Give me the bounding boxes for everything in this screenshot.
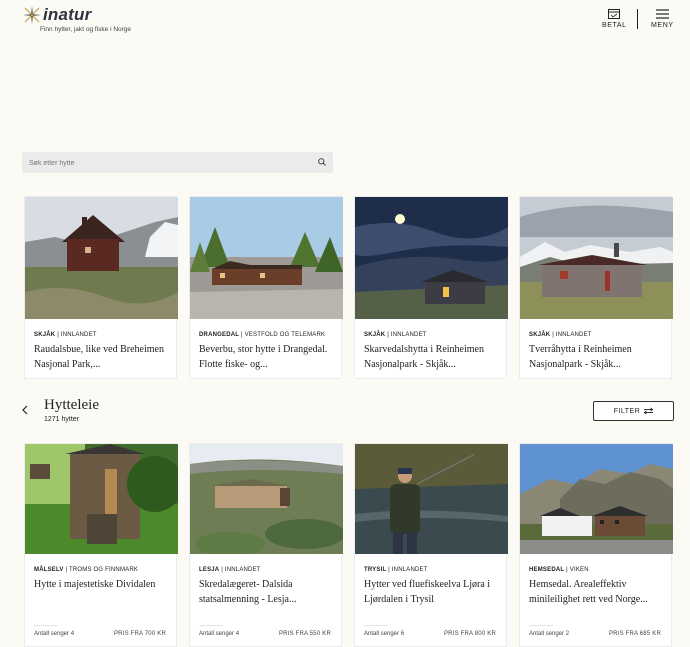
cabin-photo <box>520 197 673 319</box>
cabin-photo <box>25 444 178 554</box>
card-location: SKJÅK | INNLANDET <box>529 332 592 338</box>
filter-button[interactable]: FILTER <box>593 401 674 421</box>
header-divider <box>637 9 638 29</box>
card-title: Raudalsbue, like ved Breheimen Nasjonal … <box>34 344 164 370</box>
listing-card[interactable]: TRYSIL | INNLANDET Hytter ved fluefiskee… <box>354 443 508 647</box>
pay-button[interactable]: BETAL <box>602 9 627 29</box>
card-title: Tverråhytta i Reinheimen Nasjonalpark - … <box>529 344 632 370</box>
card-title: Hytter ved fluefiskeelva Ljøra i Ljørdal… <box>364 579 491 605</box>
hamburger-icon <box>655 9 669 19</box>
card-icon <box>608 9 621 19</box>
section-title: Hytteleie <box>44 397 99 413</box>
card-price: PRIS FRA 550 KR <box>278 631 331 637</box>
menu-label: MENY <box>651 22 674 29</box>
logo[interactable]: inatur <box>22 5 91 25</box>
filter-sliders-icon <box>644 407 654 415</box>
card-location: DRANGEDAL | VESTFOLD OG TELEMARK <box>199 332 326 338</box>
cabin-photo <box>190 197 343 319</box>
listing-card[interactable]: LESJA | INNLANDET Skredalægeret- Dalsida… <box>189 443 343 647</box>
cabin-photo <box>355 444 508 554</box>
tagline: Finn hytter, jakt og fiske i Norge <box>40 26 132 33</box>
card-divider <box>529 625 553 626</box>
search-input[interactable] <box>22 153 309 174</box>
card-divider <box>34 625 58 626</box>
pay-label: BETAL <box>602 22 627 29</box>
menu-button[interactable]: MENY <box>651 9 674 29</box>
card-price: PRIS FRA 800 KR <box>443 631 496 637</box>
logo-star-icon <box>23 6 41 24</box>
card-divider <box>364 625 388 626</box>
listing-card[interactable]: HEMSEDAL | VIKEN Hemsedal. Arealeffektiv… <box>519 443 673 647</box>
listing-card[interactable]: MÅLSELV | TROMS OG FINNMARK Hytte i maje… <box>24 443 178 647</box>
card-location: TRYSIL | INNLANDET <box>364 567 428 573</box>
card-location: SKJÅK | INNLANDET <box>34 332 97 338</box>
featured-card[interactable]: SKJÅK | INNLANDET Raudalsbue, like ved B… <box>24 196 178 379</box>
card-divider <box>199 625 223 626</box>
featured-card[interactable]: DRANGEDAL | VESTFOLD OG TELEMARK Beverbu… <box>189 196 343 379</box>
search-bar <box>22 152 333 174</box>
chevron-left-icon[interactable] <box>20 404 30 416</box>
featured-card[interactable]: SKJÅK | INNLANDET Skarvedalshytta i Rein… <box>354 196 508 379</box>
card-title: Hemsedal. Arealeffektiv minileilighet re… <box>529 579 648 605</box>
cabin-photo <box>355 197 508 319</box>
card-title: Skredalægeret- Dalsida statsalmenning - … <box>199 579 297 605</box>
card-location: MÅLSELV | TROMS OG FINNMARK <box>34 567 139 573</box>
card-price: PRIS FRA 700 KR <box>113 631 166 637</box>
card-location: SKJÅK | INNLANDET <box>364 332 427 338</box>
section-count: 1271 hytter <box>44 416 80 423</box>
card-title: Beverbu, stor hytte i Drangedal. Flotte … <box>199 344 328 370</box>
cabin-photo <box>520 444 673 554</box>
card-location: HEMSEDAL | VIKEN <box>529 567 589 573</box>
card-title: Skarvedalshytta i Reinheimen Nasjonalpar… <box>364 344 484 370</box>
card-location: LESJA | INNLANDET <box>199 567 261 573</box>
logo-text: inatur <box>43 5 92 24</box>
featured-card[interactable]: SKJÅK | INNLANDET Tverråhytta i Reinheim… <box>519 196 673 379</box>
cabin-photo <box>190 444 343 554</box>
filter-label: FILTER <box>613 407 641 415</box>
search-icon[interactable] <box>318 158 326 166</box>
card-price: PRIS FRA 685 KR <box>608 631 661 637</box>
card-title: Hytte i majestetiske Dividalen <box>34 579 156 590</box>
cabin-photo <box>25 197 178 319</box>
